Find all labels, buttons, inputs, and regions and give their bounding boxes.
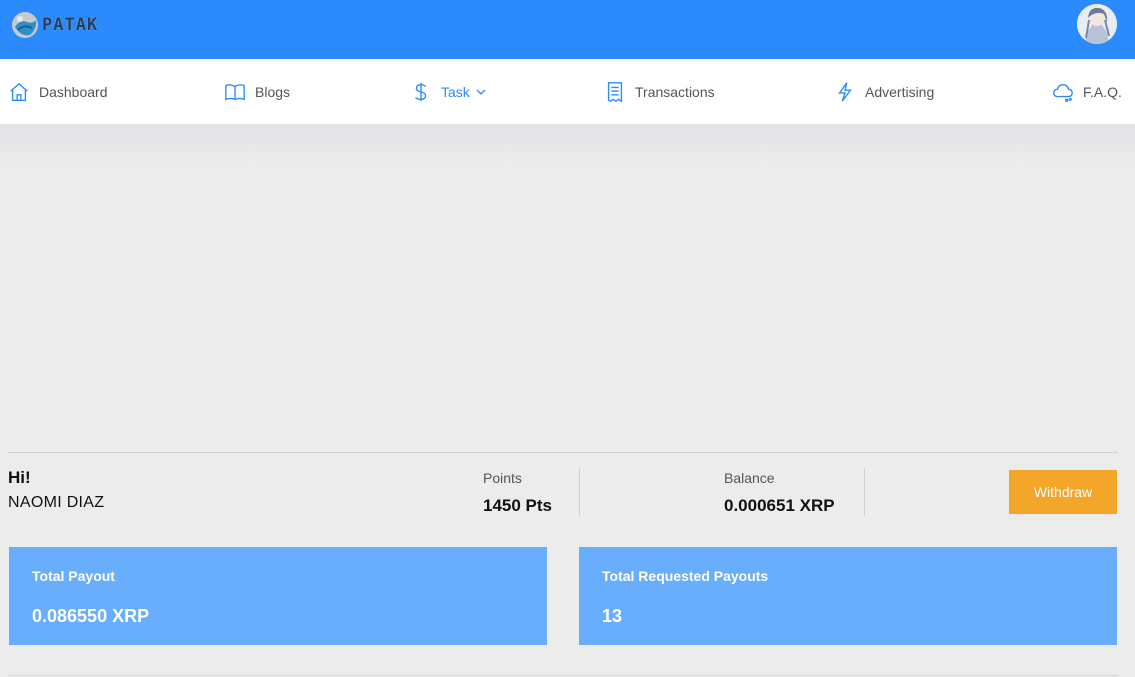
withdraw-button[interactable]: Withdraw [1009, 470, 1117, 514]
greeting-text: Hi! [8, 468, 31, 487]
logo[interactable]: PATAK [10, 9, 106, 41]
lightning-icon [838, 81, 852, 102]
points-value: 1450 Pts [483, 496, 552, 515]
stat-divider [864, 468, 865, 516]
nav-task-label: Task [441, 83, 470, 100]
book-icon [225, 83, 245, 100]
avatar-image-icon [1077, 4, 1117, 44]
user-greeting: Hi! NAOMI DIAZ [8, 468, 104, 512]
balance-stat: Balance 0.000651 XRP [724, 470, 835, 516]
nav-dashboard-label: Dashboard [39, 83, 108, 100]
points-label: Points [483, 470, 522, 486]
balance-value: 0.000651 XRP [724, 496, 835, 515]
divider [8, 452, 1118, 453]
nav-blogs-label: Blogs [255, 83, 291, 100]
nav-transactions[interactable]: Transactions [604, 59, 715, 124]
cloud-chat-icon [1053, 83, 1073, 102]
nav-blogs[interactable]: Blogs [224, 59, 290, 124]
logo-text: PATAK [42, 15, 99, 35]
content-shade [0, 124, 1135, 164]
divider [8, 675, 1118, 676]
user-avatar[interactable] [1077, 4, 1117, 44]
nav-advertising-label: Advertising [865, 83, 935, 100]
user-name: NAOMI DIAZ [8, 494, 105, 511]
nav-dashboard[interactable]: Dashboard [8, 59, 108, 124]
receipt-icon [607, 81, 623, 102]
total-requested-payouts-card: Total Requested Payouts 13 [579, 547, 1117, 645]
points-stat: Points 1450 Pts [483, 470, 552, 516]
total-payout-card: Total Payout 0.086550 XRP [9, 547, 547, 645]
balance-label: Balance [724, 470, 775, 486]
card-value: 13 [602, 606, 623, 626]
top-header: PATAK [0, 0, 1135, 59]
home-icon [10, 82, 28, 101]
nav-task[interactable]: Task [410, 59, 487, 124]
card-value: 0.086550 XRP [32, 606, 150, 626]
nav-transactions-label: Transactions [635, 83, 715, 100]
chevron-down-icon [476, 89, 486, 95]
stat-divider [579, 468, 580, 516]
card-title: Total Requested Payouts [602, 568, 769, 584]
main-nav: Dashboard Blogs Task Transactions Advert… [0, 59, 1135, 124]
nav-faq[interactable]: F.A.Q. [1052, 59, 1122, 124]
nav-faq-label: F.A.Q. [1083, 83, 1122, 100]
card-title: Total Payout [32, 568, 115, 584]
nav-advertising[interactable]: Advertising [834, 59, 934, 124]
dollar-icon [415, 82, 427, 101]
logo-globe-icon [12, 12, 38, 38]
